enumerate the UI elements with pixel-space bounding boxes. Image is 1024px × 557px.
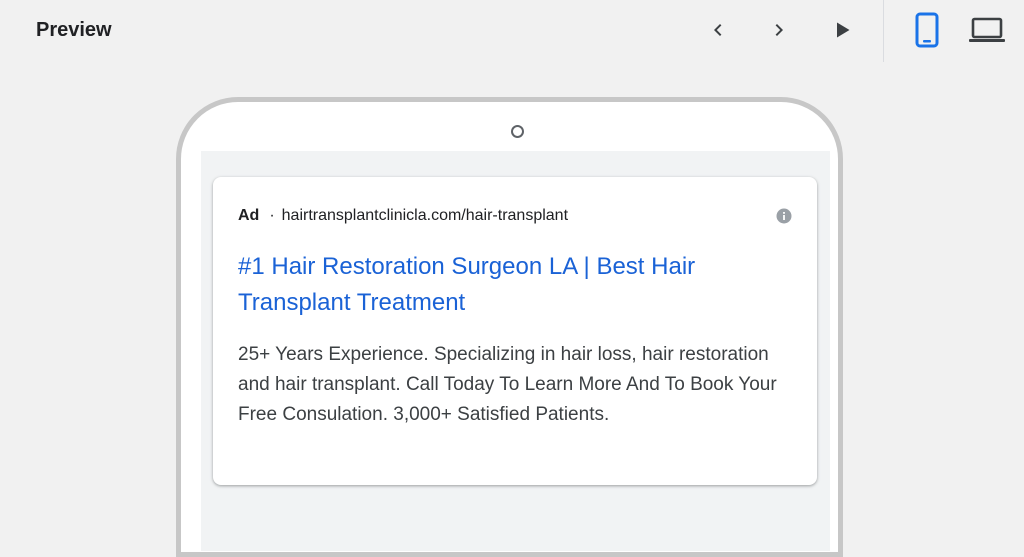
previous-button[interactable] (700, 12, 736, 48)
ad-label: Ad (238, 207, 260, 224)
display-url[interactable]: hairtransplantclinicla.com/hair-transpla… (282, 207, 568, 225)
info-icon (776, 208, 792, 224)
toolbar-divider (883, 0, 884, 62)
play-icon (837, 22, 850, 38)
desktop-preview-button[interactable] (969, 12, 1005, 48)
chevron-right-icon (775, 24, 783, 36)
mobile-device-frame: Ad · hairtransplantclinicla.com/hair-tra… (176, 97, 843, 557)
chevron-left-icon (714, 24, 722, 36)
next-button[interactable] (761, 12, 797, 48)
smartphone-icon (915, 12, 939, 48)
ad-card: Ad · hairtransplantclinicla.com/hair-tra… (213, 177, 817, 485)
page-title: Preview (36, 19, 112, 41)
mobile-preview-button[interactable] (909, 12, 945, 48)
preview-toolbar: Preview (0, 0, 1024, 62)
separator-dot: · (269, 207, 275, 224)
ad-info-button[interactable] (776, 208, 792, 224)
camera-icon (511, 125, 524, 138)
play-button[interactable] (824, 12, 860, 48)
phone-screen: Ad · hairtransplantclinicla.com/hair-tra… (201, 151, 830, 551)
ad-meta-line: Ad · hairtransplantclinicla.com/hair-tra… (238, 206, 568, 226)
ad-headline-link[interactable]: #1 Hair Restoration Surgeon LA | Best Ha… (238, 249, 798, 321)
laptop-icon (969, 17, 1005, 42)
ad-description: 25+ Years Experience. Specializing in ha… (238, 344, 777, 425)
